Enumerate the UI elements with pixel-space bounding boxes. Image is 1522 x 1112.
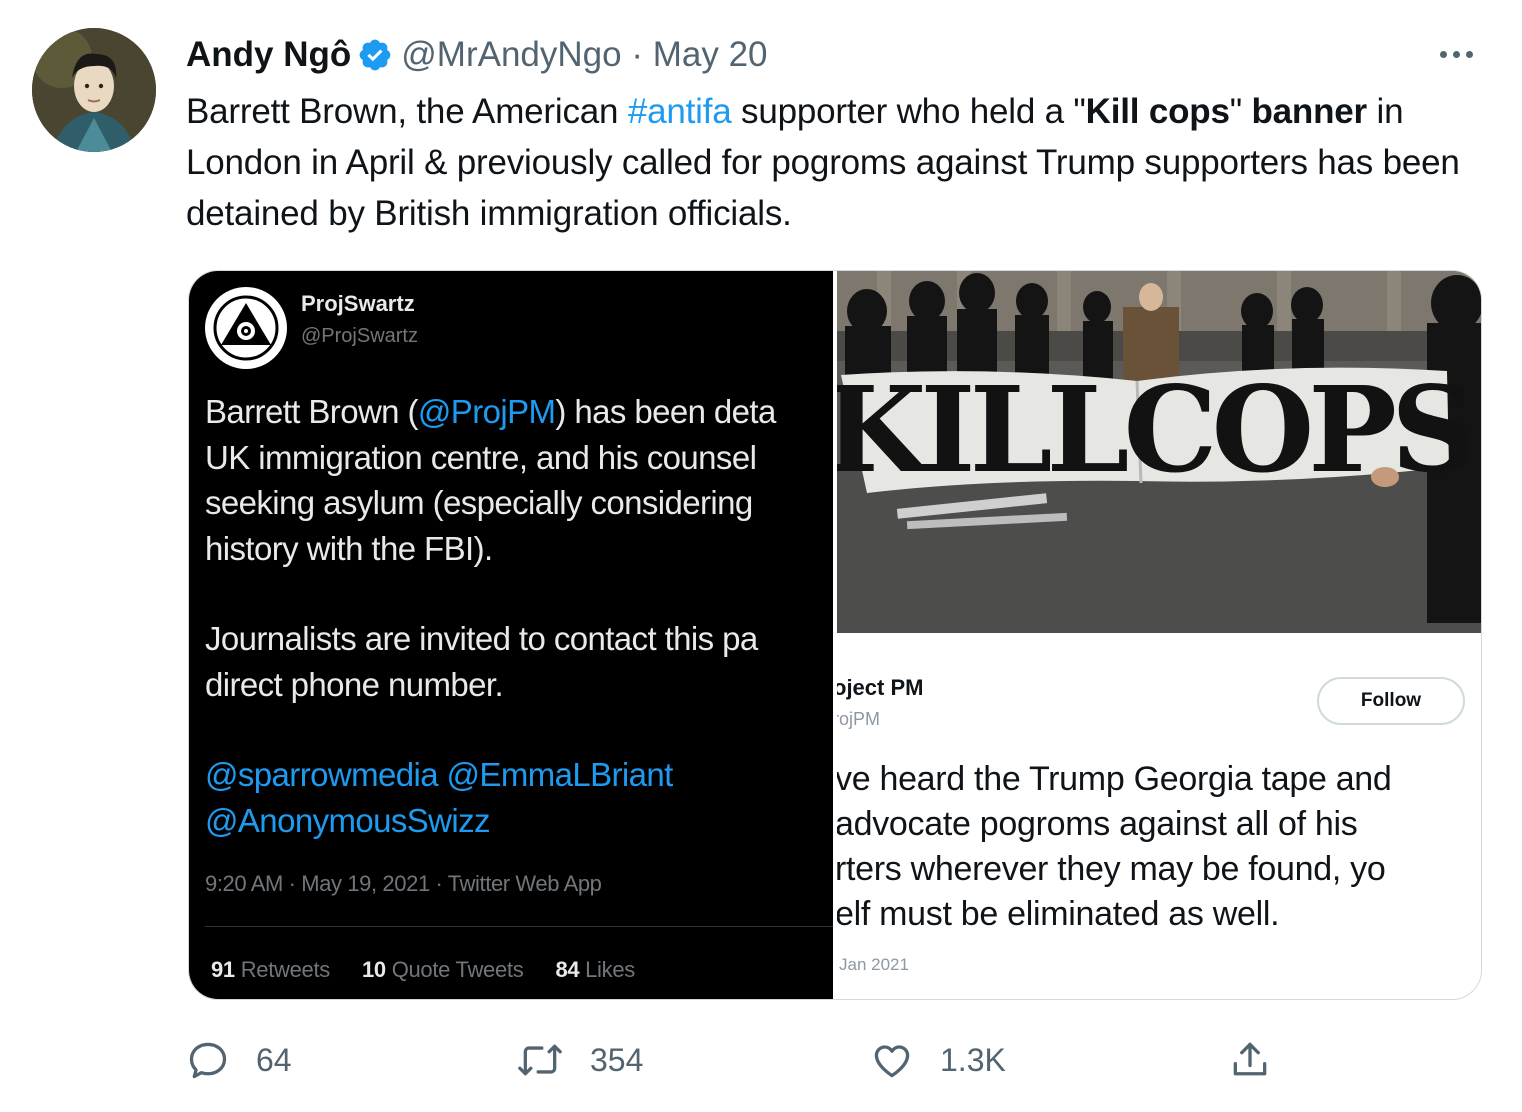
reply-icon <box>189 1042 227 1079</box>
embedded-tweet-date: Jan 2021 <box>839 955 909 974</box>
hashtag-link[interactable]: #antifa <box>628 92 732 131</box>
screenshot-author-name: ProjSwartz <box>301 291 415 316</box>
screenshot-stats: 91 Retweets 10 Quote Tweets 84 Likes <box>211 957 635 982</box>
share-button[interactable] <box>1228 1030 1272 1090</box>
embedded-tweet-text: ve heard the Trump Georgia tape and advo… <box>837 760 1392 933</box>
screenshot-timestamp: 9:20 AM · May 19, 2021 · Twitter Web App <box>205 871 602 896</box>
screenshot-tweet-text: Barrett Brown (@ProjPM) has been deta UK… <box>205 393 776 839</box>
reply-count: 64 <box>256 1041 292 1078</box>
tweet-media[interactable]: ProjSwartz @ProjSwartz Barrett Brown (@P… <box>188 270 1482 1000</box>
author-name[interactable]: Andy Ngô <box>186 35 351 75</box>
heart-icon <box>874 1045 910 1078</box>
screenshot-author-handle: @ProjSwartz <box>301 325 418 347</box>
meta-separator: · <box>631 35 643 74</box>
verified-badge-icon <box>357 37 393 73</box>
more-options-icon[interactable] <box>1432 36 1480 72</box>
media-image-right[interactable]: KILLCOPS oject PM rojPM Follow ve heard … <box>837 271 1481 999</box>
like-button[interactable]: 1.3K <box>870 1030 1006 1090</box>
like-count: 1.3K <box>940 1041 1006 1078</box>
retweet-count: 354 <box>590 1041 644 1078</box>
protest-photo: KILLCOPS <box>837 271 1481 633</box>
reply-button[interactable]: 64 <box>186 1030 292 1090</box>
embedded-author-name: oject PM <box>837 675 924 700</box>
retweet-button[interactable]: 354 <box>516 1030 643 1090</box>
share-icon <box>1233 1042 1267 1076</box>
embedded-author-handle: rojPM <box>837 709 881 729</box>
author-handle[interactable]: @MrAndyNgo <box>401 35 621 75</box>
screenshot-divider <box>205 926 833 927</box>
retweet-icon <box>518 1044 562 1076</box>
author-avatar[interactable] <box>32 28 156 152</box>
follow-button: Follow <box>1317 677 1465 725</box>
media-image-left[interactable]: ProjSwartz @ProjSwartz Barrett Brown (@P… <box>189 271 833 999</box>
tweet-text: Barrett Brown, the American #antifa supp… <box>186 92 1460 233</box>
tweet-header: Andy Ngô @MrAndyNgo · May 20 <box>186 30 768 80</box>
tweet-actions: 64 354 1.3K <box>186 1030 1286 1090</box>
tweet-date[interactable]: May 20 <box>653 35 768 75</box>
projswartz-logo-icon <box>205 287 287 369</box>
